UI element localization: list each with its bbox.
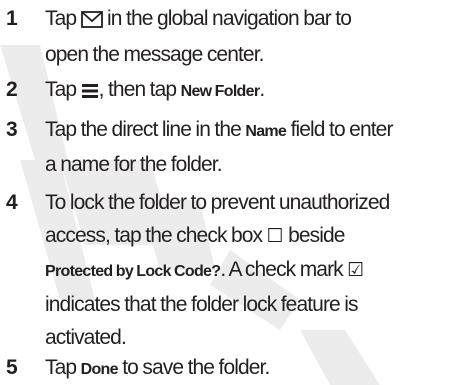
- step-number: 3: [6, 118, 18, 141]
- step-text-segment: Tap the direct line in the: [45, 118, 242, 141]
- step-text-segment: access, tap the check box: [45, 224, 263, 247]
- step-text: To lock the folder to prevent unauthoriz…: [45, 186, 461, 354]
- step-text-segment: to save the folder.: [122, 356, 270, 379]
- step-text: Tap in the global navigation bar to open…: [45, 2, 461, 71]
- menu-icon: [81, 76, 99, 109]
- done-key: Done: [80, 361, 119, 378]
- step-number: 5: [6, 356, 18, 379]
- step-number: 2: [6, 78, 18, 101]
- checkbox-empty-icon: ☐: [266, 225, 284, 247]
- step-text: Tap Done to save the folder.: [45, 351, 461, 385]
- step-text-line: a name for the folder.: [45, 153, 223, 176]
- step-text-segment: Tap: [45, 7, 77, 30]
- step-text-line: indicates that the folder lock feature i…: [45, 293, 359, 316]
- step-text-line: activated.: [45, 326, 127, 349]
- step-text-segment: Tap: [45, 356, 77, 379]
- step-text-line: open the message center.: [45, 43, 264, 66]
- step-number: 1: [6, 7, 18, 30]
- name-field-key: Name: [245, 123, 287, 140]
- protected-by-lock-code-key: Protected by Lock Code?: [45, 263, 221, 280]
- step-text: Tap the direct line in the Name field to…: [45, 113, 461, 181]
- step-text-segment: in the global navigation bar to: [107, 7, 352, 30]
- step-text-segment: .: [259, 78, 265, 101]
- step-text-segment: , then tap: [98, 78, 177, 101]
- envelope-icon: [80, 5, 103, 38]
- step-text-segment: . A check mark: [220, 258, 343, 281]
- step-text-segment: Tap: [45, 78, 77, 101]
- step-text-segment: beside: [288, 224, 345, 247]
- step-text-line: To lock the folder to prevent unauthoriz…: [45, 191, 390, 214]
- step-text: Tap , then tap New Folder.: [45, 73, 461, 109]
- new-folder-key: New Folder: [180, 83, 260, 100]
- step-number: 4: [6, 191, 18, 214]
- step-text-segment: field to enter: [290, 118, 394, 141]
- checkbox-checked-icon: ☑: [347, 259, 365, 281]
